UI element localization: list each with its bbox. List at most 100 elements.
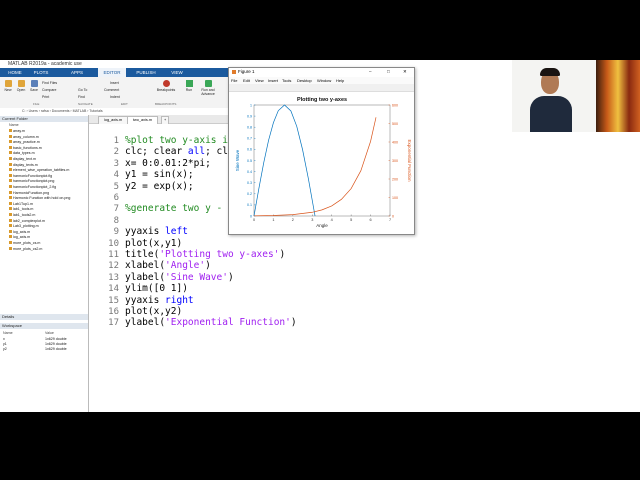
save-button[interactable]: Save <box>28 80 40 92</box>
print-button[interactable]: Print <box>42 95 49 99</box>
presenter-shirt <box>530 96 572 132</box>
workspace-var-name[interactable]: y1 <box>3 342 7 346</box>
code-line[interactable]: plot(x,y2) <box>125 306 182 317</box>
minimize-button[interactable]: – <box>369 68 372 76</box>
file-name: data_types.m <box>13 151 35 156</box>
line-number: 4 <box>113 170 119 181</box>
code-line[interactable]: ylabel('Exponential Function') <box>125 317 297 328</box>
dual-axis-chart: Plotting two y-axes0 1 2 3 4 5 6 700.10.20.30.4… <box>235 97 412 228</box>
file-list-item[interactable]: array_practice.m <box>9 140 40 144</box>
figure-window[interactable]: Figure 1 – □ ✕ File Edit View Insert Too… <box>228 67 415 235</box>
code-line[interactable]: yyaxis right <box>125 295 194 306</box>
file-list-item[interactable]: lab1_tools2.m <box>9 213 35 217</box>
run-button[interactable]: Run <box>183 80 195 92</box>
code-line[interactable]: yyaxis left <box>125 226 188 237</box>
menu-window[interactable]: Window <box>317 77 331 84</box>
line-number: 14 <box>108 284 119 295</box>
file-list-item[interactable]: Lab1Tup1.m <box>9 201 33 206</box>
file-icon <box>9 218 12 222</box>
file-name: array_practice.m <box>13 140 40 145</box>
file-list-item[interactable]: log_axis.m <box>9 229 30 234</box>
close-button[interactable]: ✕ <box>403 68 407 76</box>
workspace-var-name[interactable]: y2 <box>3 347 7 351</box>
code-line[interactable]: title('Plotting two y-axes') <box>125 249 285 260</box>
code-line[interactable]: y2 = exp(x); <box>125 181 194 192</box>
file-list-item[interactable]: array.m <box>9 129 25 133</box>
comment-button[interactable]: Comment <box>104 88 119 92</box>
goto-button[interactable]: Go To <box>78 88 87 92</box>
file-list-item[interactable]: HarmonicFunction.png <box>9 190 49 195</box>
tab-publish[interactable]: PUBLISH <box>132 68 160 77</box>
maximize-button[interactable]: □ <box>387 68 390 76</box>
menu-insert[interactable]: Insert <box>268 77 278 84</box>
code-line[interactable]: x= 0:0.01:2*pi; <box>125 158 211 169</box>
file-name: harmonicFunctionplot.fig <box>13 173 53 178</box>
file-list-item[interactable]: log_axis.m <box>9 235 30 239</box>
file-list-item[interactable]: lab1_tools.m <box>9 207 33 211</box>
file-list-item[interactable]: element_wise_operation_tabfiles.m <box>9 168 69 172</box>
file-list-item[interactable]: harmonicFunctionplot.png <box>9 179 54 183</box>
menu-desktop[interactable]: Desktop <box>297 77 312 84</box>
file-list-item[interactable]: basic_functions.m <box>9 145 42 150</box>
tab-view[interactable]: VIEW <box>166 68 188 77</box>
insert-button[interactable]: Insert <box>110 81 119 85</box>
code-keyword: all <box>187 146 206 158</box>
details-header: Details <box>0 314 88 320</box>
file-list-item[interactable]: harmonicFunctionplot.fig <box>9 173 53 178</box>
breakpoints-button[interactable]: Breakpoints <box>156 80 176 92</box>
file-list-item[interactable]: more_plots_cs.m <box>9 241 40 245</box>
x-tick-label: 2 <box>292 218 294 222</box>
file-icon <box>9 190 12 194</box>
file-list-item[interactable]: harmonicFunctionplot_2.fig <box>9 185 56 189</box>
editor-tab-two-axis[interactable]: two_axis.m <box>127 116 158 124</box>
run-advance-button[interactable]: Run and Advance <box>199 80 217 96</box>
menu-file[interactable]: File <box>231 77 237 84</box>
code-keyword: left <box>165 226 188 238</box>
app-title: MATLAB R2019a - academic use <box>8 61 82 67</box>
file-icon <box>9 168 12 172</box>
tab-home[interactable]: HOME <box>4 68 26 77</box>
save-icon <box>30 80 38 87</box>
menu-edit[interactable]: Edit <box>243 77 250 84</box>
editor-tab-log-axis[interactable]: log_axis.m <box>98 116 129 124</box>
menu-help[interactable]: Help <box>336 77 344 84</box>
file-list-item[interactable]: data_types.m <box>9 151 35 155</box>
tab-apps[interactable]: APPS <box>66 68 88 77</box>
file-list-item[interactable]: more_plots_cs2.m <box>9 246 42 251</box>
line-number: 10 <box>108 238 119 249</box>
find-button[interactable]: Find <box>78 95 85 99</box>
indent-button[interactable]: Indent <box>110 95 120 99</box>
open-button[interactable]: Open <box>15 80 27 92</box>
workspace-var-name[interactable]: x <box>3 337 5 341</box>
new-button[interactable]: New <box>2 80 14 92</box>
code-line[interactable]: ylabel('Sine Wave') <box>125 272 234 283</box>
menu-view[interactable]: View <box>255 77 264 84</box>
code-line[interactable]: xlabel('Angle') <box>125 260 211 271</box>
file-name: element_wise_operation_tabfiles.m <box>13 168 70 173</box>
file-list-item[interactable]: display_text.m <box>9 157 36 161</box>
y-right-tick-label: 400 <box>392 140 398 144</box>
code-line[interactable]: ylim([0 1]) <box>125 283 188 294</box>
file-icon <box>9 179 12 183</box>
file-list-item[interactable]: display_texts.m <box>9 162 38 167</box>
file-list-item[interactable]: lab2_complexplot.m <box>9 218 45 223</box>
tab-plots[interactable]: PLOTS <box>30 68 52 77</box>
find-files-button[interactable]: Find Files <box>42 81 57 85</box>
tab-editor[interactable]: EDITOR <box>98 68 126 77</box>
file-list-item[interactable]: array_column.m <box>9 134 39 139</box>
new-tab-button[interactable]: + <box>161 116 170 124</box>
open-folder-icon <box>17 80 25 87</box>
file-name: log_axis.m <box>13 235 31 240</box>
code-string: 'Angle' <box>165 260 206 272</box>
x-tick-label: 7 <box>389 218 391 222</box>
menu-tools[interactable]: Tools <box>282 77 291 84</box>
compare-button[interactable]: Compare <box>42 88 56 92</box>
code-line[interactable]: y1 = sin(x); <box>125 169 194 180</box>
file-name: lab1_tools.m <box>13 207 34 212</box>
x-tick-label: 3 <box>311 218 313 222</box>
file-list-item[interactable]: Lab3_plotting.m <box>9 224 39 228</box>
code-line[interactable]: plot(x,y1) <box>125 238 182 249</box>
file-list-item[interactable]: Harmonic Function with hold on.png <box>9 196 70 200</box>
y-right-tick-label: 0 <box>392 214 394 218</box>
current-folder-header: Current Folder <box>0 116 88 122</box>
